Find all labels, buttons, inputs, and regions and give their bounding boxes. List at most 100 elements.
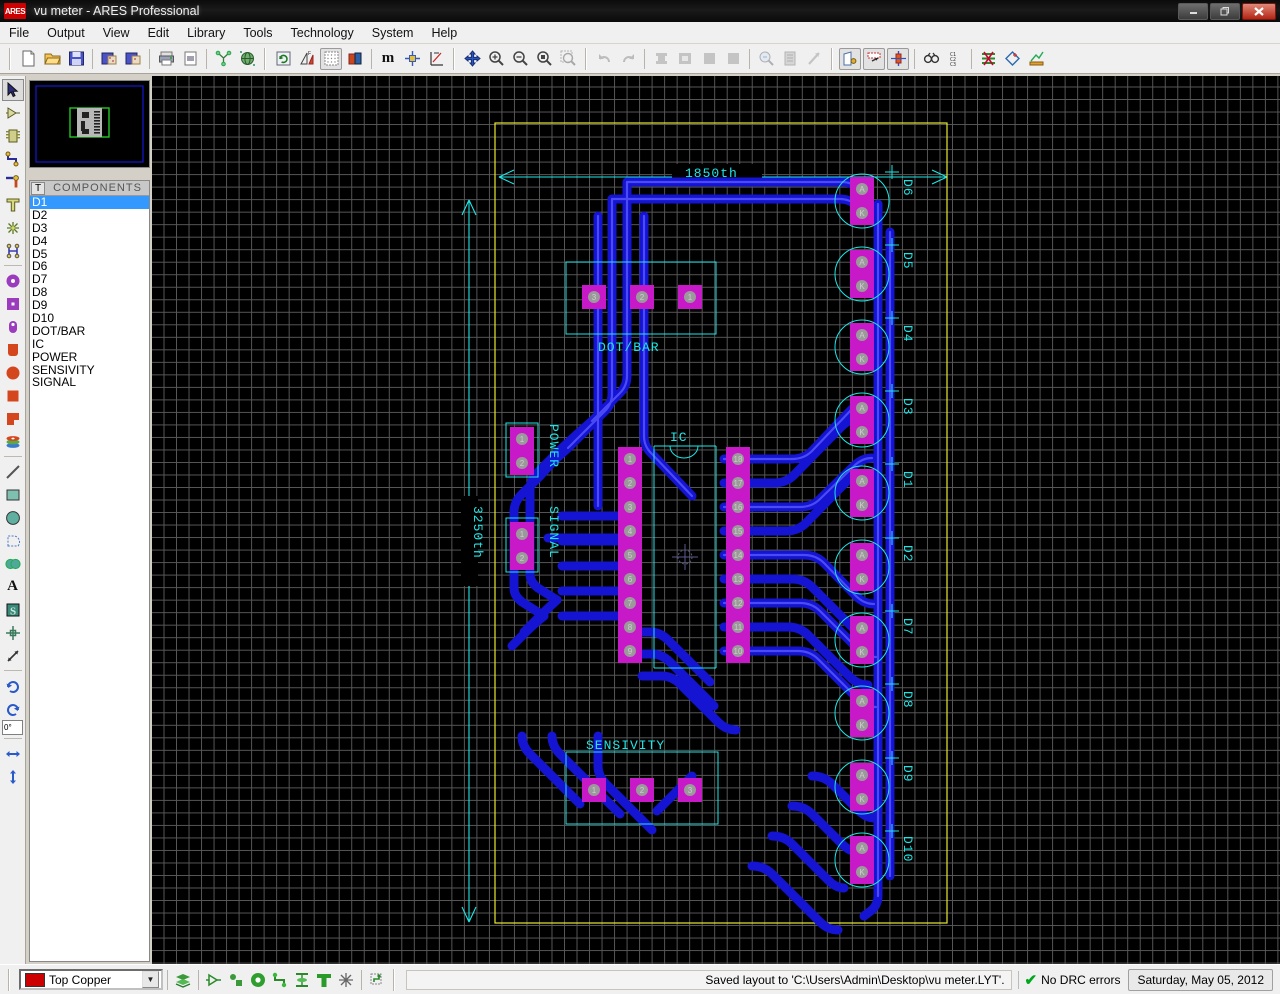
round-through-pad-tool-icon[interactable]: [2, 270, 24, 292]
components-type-button[interactable]: T: [31, 182, 45, 195]
connector-power[interactable]: 1 2 POWER: [505, 422, 561, 478]
selection-tool-icon[interactable]: [1, 78, 24, 101]
save-disk-icon[interactable]: [65, 48, 87, 70]
show-vias-icon[interactable]: [247, 969, 269, 991]
list-item[interactable]: D10: [30, 312, 149, 325]
netlist-icon[interactable]: [212, 48, 234, 70]
pcb-canvas[interactable]: 1850th 3250th 3 2 1 DOT/BAR 1 2 POWER 1 …: [152, 76, 1280, 964]
rotate-clockwise-tool-icon[interactable]: [2, 675, 24, 697]
design-rule-icon[interactable]: F: [296, 48, 318, 70]
show-pads-icon[interactable]: [225, 969, 247, 991]
power-plane-icon[interactable]: [977, 48, 999, 70]
pan-icon[interactable]: [461, 48, 483, 70]
show-text-icon[interactable]: [313, 969, 335, 991]
list-item[interactable]: SIGNAL: [30, 376, 149, 389]
arc-tool-icon[interactable]: [2, 530, 24, 552]
marker-tool-icon[interactable]: [2, 622, 24, 644]
auto-router-icon[interactable]: [863, 47, 885, 70]
list-item[interactable]: D7: [30, 273, 149, 286]
ratsnest-tool-icon[interactable]: [2, 217, 24, 239]
connector-sensivity[interactable]: SENSIVITY 1 2 3: [565, 738, 719, 825]
menu-file[interactable]: File: [0, 23, 38, 43]
zoom-out-icon[interactable]: [509, 48, 531, 70]
list-item[interactable]: D1: [30, 196, 149, 209]
package-tool-icon[interactable]: [2, 125, 24, 147]
show-zones-icon[interactable]: [291, 969, 313, 991]
chevron-down-icon[interactable]: ▼: [142, 971, 159, 988]
menu-tools[interactable]: Tools: [234, 23, 281, 43]
track-tool-icon[interactable]: [2, 148, 24, 170]
dil-pad-tool-icon[interactable]: [2, 316, 24, 338]
find-component-icon[interactable]: [755, 48, 777, 70]
grid-toggle-icon[interactable]: [320, 47, 342, 70]
mirror-y-tool-icon[interactable]: [2, 766, 24, 788]
zoom-area-icon[interactable]: [557, 48, 579, 70]
zoom-in-icon[interactable]: [485, 48, 507, 70]
list-item[interactable]: POWER: [30, 350, 149, 364]
list-item[interactable]: DOT/BAR: [30, 325, 149, 338]
layer-stack-icon[interactable]: [172, 969, 194, 991]
3d-view-icon[interactable]: [236, 48, 258, 70]
close-button[interactable]: [1242, 3, 1276, 20]
components-list[interactable]: D1 D2 D3 D4 D5 D6 D7 D8 D9 D10 DOT/BAR I…: [30, 196, 149, 389]
restore-button[interactable]: [1210, 3, 1240, 20]
text-tool-icon[interactable]: A: [2, 576, 24, 598]
connectivity-tool-icon[interactable]: [2, 240, 24, 262]
open-folder-icon[interactable]: [41, 48, 63, 70]
box-tool-icon[interactable]: [2, 484, 24, 506]
list-item[interactable]: D5: [30, 247, 149, 261]
refresh-icon[interactable]: [272, 48, 294, 70]
board-preview-panel[interactable]: [29, 80, 150, 168]
auto-placer-icon[interactable]: [839, 47, 861, 70]
show-tracks-icon[interactable]: [269, 969, 291, 991]
list-item[interactable]: D3: [30, 221, 149, 235]
search-tag-icon[interactable]: [920, 48, 942, 70]
circular-smt-pad-tool-icon[interactable]: [2, 362, 24, 384]
paste-icon[interactable]: [698, 48, 720, 70]
redo-icon[interactable]: [617, 48, 639, 70]
zone-tool-icon[interactable]: [2, 194, 24, 216]
show-components-icon[interactable]: [203, 969, 225, 991]
new-file-icon[interactable]: [17, 48, 39, 70]
connectivity-icon[interactable]: C1 C2 C3: [944, 48, 966, 70]
delete-icon[interactable]: [722, 48, 744, 70]
list-item[interactable]: D6: [30, 260, 149, 273]
show-ratsnest-icon[interactable]: [335, 969, 357, 991]
menu-system[interactable]: System: [363, 23, 423, 43]
block-copy-icon[interactable]: [779, 48, 801, 70]
list-item[interactable]: D2: [30, 208, 149, 222]
rotate-anticlockwise-tool-icon[interactable]: [2, 698, 24, 720]
dimension-tool-icon[interactable]: [2, 645, 24, 667]
measure-icon[interactable]: [425, 48, 447, 70]
metric-units-icon[interactable]: m: [377, 48, 399, 70]
import-design-icon[interactable]: [98, 48, 120, 70]
minimize-button[interactable]: [1178, 3, 1208, 20]
show-drc-icon[interactable]: [366, 969, 388, 991]
rotation-angle-field[interactable]: 0°: [2, 720, 23, 735]
list-item[interactable]: IC: [30, 337, 149, 351]
menu-help[interactable]: Help: [422, 23, 466, 43]
print-icon[interactable]: [155, 48, 177, 70]
list-item[interactable]: D8: [30, 286, 149, 299]
menu-view[interactable]: View: [94, 23, 139, 43]
mirror-x-tool-icon[interactable]: [2, 743, 24, 765]
origin-icon[interactable]: [401, 48, 423, 70]
polygonal-pad-tool-icon[interactable]: [2, 408, 24, 430]
print-region-icon[interactable]: [179, 48, 201, 70]
undo-icon[interactable]: [593, 48, 615, 70]
symbol-tool-icon[interactable]: S: [2, 599, 24, 621]
menu-technology[interactable]: Technology: [282, 23, 363, 43]
ratsnest-icon[interactable]: [887, 47, 909, 70]
path-tool-icon[interactable]: [2, 553, 24, 575]
menu-library[interactable]: Library: [178, 23, 234, 43]
cut-icon[interactable]: [650, 48, 672, 70]
zoom-all-icon[interactable]: [533, 48, 555, 70]
layer-selector[interactable]: Top Copper ▼: [19, 969, 163, 990]
menu-edit[interactable]: Edit: [139, 23, 179, 43]
component-ic[interactable]: IC 1 2 3 4 5 6 7 8 9 18 17 16 15 14 13 1…: [618, 430, 750, 669]
smt-pad-tool-icon[interactable]: [2, 339, 24, 361]
square-through-pad-tool-icon[interactable]: [2, 293, 24, 315]
report-icon[interactable]: [1025, 48, 1047, 70]
list-item[interactable]: D4: [30, 234, 149, 248]
drc-check-icon[interactable]: [1001, 48, 1023, 70]
